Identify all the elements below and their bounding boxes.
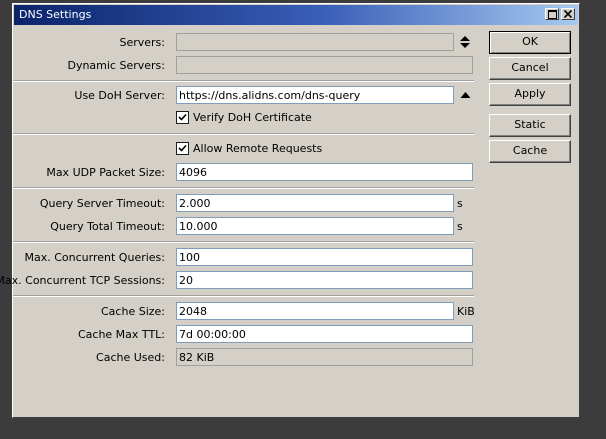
cache-max-ttl-input[interactable]: 7d 00:00:00 xyxy=(176,325,473,343)
max-udp-label: Max UDP Packet Size: xyxy=(46,166,165,179)
separator xyxy=(13,80,474,82)
query-total-timeout-label: Query Total Timeout: xyxy=(50,220,165,233)
cache-max-ttl-row: Cache Max TTL: 7d 00:00:00 xyxy=(13,325,581,345)
verify-doh-certificate-checkbox[interactable]: Verify DoH Certificate xyxy=(176,110,376,126)
max-concurrent-queries-row: Max. Concurrent Queries: 100 xyxy=(13,248,581,268)
apply-button[interactable]: Apply xyxy=(489,83,571,106)
max-concurrent-tcp-label: Max. Concurrent TCP Sessions: xyxy=(0,274,165,287)
seconds-unit: s xyxy=(457,220,463,233)
verify-doh-checkbox-box[interactable] xyxy=(176,111,189,124)
ok-button[interactable]: OK xyxy=(489,31,571,54)
allow-remote-requests-checkbox[interactable]: Allow Remote Requests xyxy=(176,141,376,157)
maximize-icon[interactable] xyxy=(545,8,559,20)
max-udp-row: Max UDP Packet Size: 4096 xyxy=(13,163,581,183)
dynamic-servers-label: Dynamic Servers: xyxy=(67,59,165,72)
max-concurrent-tcp-input[interactable]: 20 xyxy=(176,271,473,289)
up-down-arrow-icon[interactable] xyxy=(459,35,471,49)
max-concurrent-tcp-row: Max. Concurrent TCP Sessions: 20 xyxy=(0,271,581,291)
max-udp-input[interactable]: 4096 xyxy=(176,163,473,181)
cache-button[interactable]: Cache xyxy=(489,140,571,163)
seconds-unit: s xyxy=(457,197,463,210)
allow-remote-checkbox-box[interactable] xyxy=(176,142,189,155)
cache-used-label: Cache Used: xyxy=(96,351,165,364)
query-server-timeout-label: Query Server Timeout: xyxy=(39,197,165,210)
cache-size-row: Cache Size: 2048 KiB xyxy=(13,302,581,322)
separator xyxy=(13,295,474,297)
cache-size-input[interactable]: 2048 xyxy=(176,302,454,320)
doh-server-label: Use DoH Server: xyxy=(74,89,165,102)
separator xyxy=(13,241,474,243)
cancel-button[interactable]: Cancel xyxy=(489,57,571,80)
cache-used-field: 82 KiB xyxy=(176,348,473,366)
query-total-timeout-row: Query Total Timeout: 10.000 s xyxy=(13,217,581,237)
cache-max-ttl-label: Cache Max TTL: xyxy=(77,328,165,341)
close-icon[interactable] xyxy=(561,8,575,20)
verify-doh-certificate-label: Verify DoH Certificate xyxy=(193,111,312,124)
allow-remote-requests-label: Allow Remote Requests xyxy=(193,142,323,155)
cache-size-label: Cache Size: xyxy=(101,305,165,318)
kib-unit: KiB xyxy=(457,305,475,318)
max-concurrent-queries-label: Max. Concurrent Queries: xyxy=(24,251,165,264)
separator xyxy=(13,187,474,189)
title-bar[interactable]: DNS Settings xyxy=(14,5,578,25)
servers-label: Servers: xyxy=(119,36,165,49)
query-total-timeout-input[interactable]: 10.000 xyxy=(176,217,454,235)
separator xyxy=(13,133,474,135)
static-button[interactable]: Static xyxy=(489,114,571,137)
window-title: DNS Settings xyxy=(19,8,92,21)
max-concurrent-queries-input[interactable]: 100 xyxy=(176,248,473,266)
query-server-timeout-row: Query Server Timeout: 2.000 s xyxy=(13,194,581,214)
query-server-timeout-input[interactable]: 2.000 xyxy=(176,194,454,212)
dns-settings-window: DNS Settings Servers: Dynamic Servers: U… xyxy=(0,3,581,418)
up-arrow-icon[interactable] xyxy=(460,91,471,99)
servers-input[interactable] xyxy=(176,33,454,51)
dynamic-servers-field xyxy=(176,56,473,74)
doh-server-input[interactable]: https://dns.alidns.com/dns-query xyxy=(176,86,454,104)
cache-used-row: Cache Used: 82 KiB xyxy=(13,348,581,368)
